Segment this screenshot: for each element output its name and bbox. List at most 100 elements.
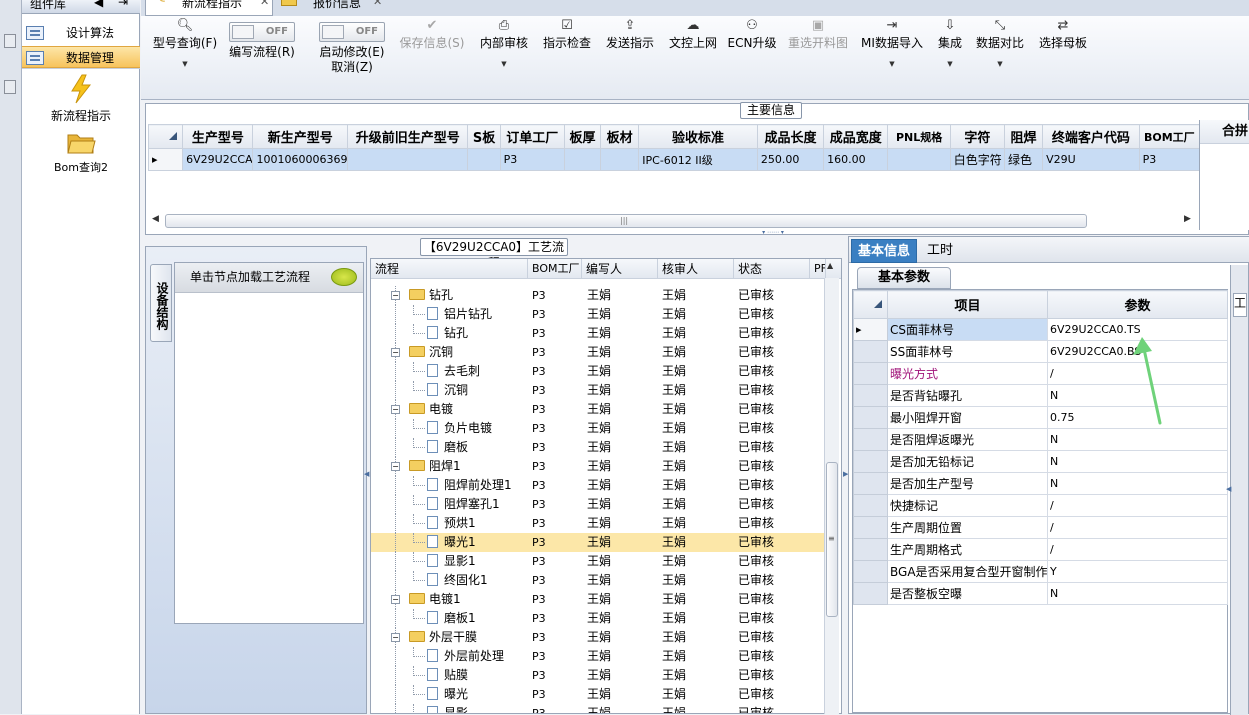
load-hint-bar[interactable]: 单击节点加载工艺流程 — [175, 263, 363, 293]
start-modify-button[interactable]: OFF 启动修改(E) 取消(Z) — [311, 16, 393, 75]
tree-cell-writer[interactable]: 王娟 — [587, 609, 611, 628]
tree-cell-bom[interactable]: P3 — [532, 362, 546, 381]
param-value[interactable]: / — [1047, 494, 1228, 517]
tree-cell-writer[interactable]: 王娟 — [587, 362, 611, 381]
column-header[interactable]: 板厚 — [563, 124, 602, 149]
horizontal-scrollbar[interactable]: ||| — [165, 214, 1087, 228]
tree-row[interactable]: 阻焊塞孔1 P3 王娟 王娟 已审核 — [371, 495, 826, 514]
close-icon[interactable]: ✕ — [373, 0, 382, 7]
tab-basic-info[interactable]: 基本信息 — [851, 239, 918, 263]
grip-icon[interactable]: ≡ — [828, 534, 835, 543]
tree-node[interactable]: 钻孔 — [427, 324, 468, 343]
data-compare-button[interactable]: ⤡ 数据对比 ▼ — [973, 16, 1027, 72]
column-header[interactable]: 成品宽度 — [823, 124, 889, 149]
nav-item-design-algorithm[interactable]: 设计算法 — [22, 22, 140, 44]
indicator-check-button[interactable]: ☑ 指示检查 — [541, 16, 593, 51]
tree-cell-status[interactable]: 已审核 — [738, 609, 774, 628]
tree-node[interactable]: 曝光 — [427, 685, 468, 704]
table-row[interactable]: ▸ 6V29U2CCA0 10010600063692 P3 IPC-6012 … — [147, 148, 1201, 171]
tree-cell-bom[interactable]: P3 — [532, 400, 546, 419]
tree-node[interactable]: 负片电镀 — [427, 419, 492, 438]
tree-row[interactable]: 外层前处理 P3 王娟 王娟 已审核 — [371, 647, 826, 666]
tree-cell-status[interactable]: 已审核 — [738, 628, 774, 647]
tree-cell-status[interactable]: 已审核 — [738, 647, 774, 666]
tree-cell-status[interactable]: 已审核 — [738, 438, 774, 457]
table-cell[interactable]: P3 — [1138, 148, 1201, 171]
column-header[interactable]: 终端客户代码 — [1042, 124, 1140, 149]
tree-cell-writer[interactable]: 王娟 — [587, 704, 611, 713]
tree-cell-writer[interactable]: 王娟 — [587, 628, 611, 647]
tree-node[interactable]: 阻焊塞孔1 — [427, 495, 500, 514]
tree-cell-writer[interactable]: 王娟 — [587, 305, 611, 324]
tree-cell-writer[interactable]: 王娟 — [587, 533, 611, 552]
tree-cell-writer[interactable]: 王娟 — [587, 476, 611, 495]
tree-cell-reviewer[interactable]: 王娟 — [662, 514, 686, 533]
tree-cell-status[interactable]: 已审核 — [738, 685, 774, 704]
side-tab[interactable]: 工 — [1233, 293, 1247, 317]
table-cell[interactable]: 160.00 — [823, 148, 889, 171]
collapse-icon[interactable]: − — [391, 633, 400, 642]
column-header[interactable]: 验收标准 — [638, 124, 758, 149]
table-row[interactable]: 生产周期格式 / — [853, 538, 1228, 561]
chevron-down-icon[interactable]: ▼ — [477, 57, 531, 72]
table-cell[interactable]: P3 — [499, 148, 565, 171]
tree-cell-bom[interactable]: P3 — [532, 590, 546, 609]
tree-node[interactable]: 去毛刺 — [427, 362, 480, 381]
tree-row[interactable]: 显影 P3 王娟 王娟 已审核 — [371, 704, 826, 713]
param-value[interactable]: N — [1047, 428, 1228, 451]
tree-cell-writer[interactable]: 王娟 — [587, 343, 611, 362]
tree-node[interactable]: 贴膜 — [427, 666, 468, 685]
tree-node[interactable]: 曝光1 — [427, 533, 476, 552]
tree-cell-status[interactable]: 已审核 — [738, 495, 774, 514]
tree-row[interactable]: − 钻孔 P3 王娟 王娟 已审核 — [371, 286, 826, 305]
tree-cell-status[interactable]: 已审核 — [738, 343, 774, 362]
table-cell[interactable]: 绿色 — [1003, 148, 1044, 171]
tree-cell-reviewer[interactable]: 王娟 — [662, 666, 686, 685]
ecn-upgrade-button[interactable]: ⚇ ECN升级 — [727, 16, 777, 51]
tree-node[interactable]: 沉铜 — [409, 343, 453, 362]
tree-cell-status[interactable]: 已审核 — [738, 533, 774, 552]
table-cell[interactable]: 6V29U2CCA0 — [182, 148, 254, 171]
tree-cell-bom[interactable]: P3 — [532, 305, 546, 324]
tree-cell-writer[interactable]: 王娟 — [587, 381, 611, 400]
param-value[interactable]: N — [1047, 472, 1228, 495]
table-row[interactable]: 快捷标记 / — [853, 494, 1228, 517]
tree-row[interactable] — [371, 279, 826, 286]
tree-node[interactable]: 钻孔 — [409, 286, 453, 305]
column-header[interactable]: 新生产型号 — [252, 124, 348, 149]
merge-header[interactable]: 合拼 — [1200, 120, 1249, 144]
column-header[interactable]: 成品长度 — [756, 124, 825, 149]
scroll-up-icon[interactable]: ▲ — [827, 261, 833, 270]
column-header[interactable]: 订单工厂 — [499, 124, 565, 149]
tree-node[interactable]: 显影 — [427, 704, 468, 713]
tree-node[interactable]: 预烘1 — [427, 514, 476, 533]
tree-cell-reviewer[interactable]: 王娟 — [662, 685, 686, 704]
tree-row[interactable]: − 沉铜 P3 王娟 王娟 已审核 — [371, 343, 826, 362]
tab-basic-params[interactable]: 基本参数 — [857, 267, 951, 289]
tree-cell-bom[interactable]: P3 — [532, 343, 546, 362]
collapse-icon[interactable]: − — [391, 462, 400, 471]
tab-work-hours[interactable]: 工时 — [921, 239, 959, 263]
tree-cell-status[interactable]: 已审核 — [738, 571, 774, 590]
app-new-flow-indicator[interactable]: 新流程指示 — [26, 74, 136, 124]
scroll-right-icon[interactable]: ▶ — [1184, 214, 1191, 224]
tree-cell-status[interactable]: 已审核 — [738, 552, 774, 571]
collapse-icon[interactable]: − — [391, 595, 400, 604]
tree-cell-bom[interactable]: P3 — [532, 647, 546, 666]
tree-cell-writer[interactable]: 王娟 — [587, 552, 611, 571]
tree-cell-reviewer[interactable]: 王娟 — [662, 457, 686, 476]
column-header[interactable]: 状态 — [734, 259, 810, 279]
tree-cell-bom[interactable]: P3 — [532, 324, 546, 343]
column-header[interactable]: 生产型号 — [182, 124, 254, 149]
column-header[interactable]: 字符 — [949, 124, 1005, 149]
tree-node[interactable]: 阻焊前处理1 — [427, 476, 512, 495]
column-header[interactable]: 流程 — [371, 259, 528, 279]
edit-flow-toggle[interactable]: OFF — [229, 22, 295, 42]
tree-cell-reviewer[interactable]: 王娟 — [662, 305, 686, 324]
table-row[interactable]: 最小阻焊开窗 0.75 — [853, 406, 1228, 429]
tree-cell-bom[interactable]: P3 — [532, 628, 546, 647]
tree-cell-bom[interactable]: P3 — [532, 704, 546, 713]
tree-cell-bom[interactable]: P3 — [532, 381, 546, 400]
tree-cell-writer[interactable]: 王娟 — [587, 495, 611, 514]
column-header[interactable]: S板 — [467, 124, 501, 149]
